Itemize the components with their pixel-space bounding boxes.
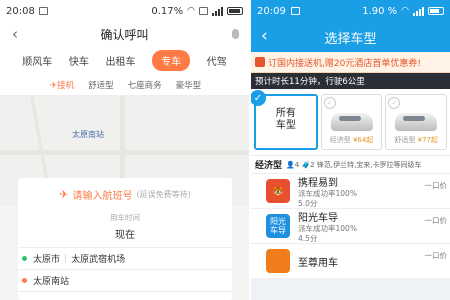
back-icon[interactable]: ‹ — [12, 25, 18, 43]
page-title: 确认呼叫 — [100, 27, 149, 42]
time-label: 用车时间 — [110, 213, 140, 222]
dropoff-dot-icon — [22, 278, 27, 283]
sim-icon — [199, 7, 208, 15]
time-value[interactable]: 现在 — [18, 226, 232, 248]
wifi-icon: ◠ — [187, 6, 195, 16]
check-icon: ✓ — [251, 90, 266, 106]
header: ‹ 选择车型 — [251, 22, 450, 52]
ctrip-logo-icon: 🐯 — [266, 179, 290, 203]
service-tabs: 顺风车 快车 出租车 专车 代驾 — [0, 46, 249, 74]
pickup-address[interactable]: 太原市 | 太原武宿机场 — [18, 248, 232, 270]
top-bar: 20:09 1.90 % ◠ ‹ 选择车型 — [251, 0, 450, 52]
fixed-price-tag: 一口价 — [424, 181, 448, 190]
tab-daijia[interactable]: 代驾 — [207, 53, 227, 68]
zhizun-logo-icon — [266, 249, 290, 273]
wifi-icon: ◠ — [401, 6, 409, 16]
eta-bar: 预计时长11分钟，行驶6公里 — [251, 73, 450, 89]
tab-shunfengche[interactable]: 顺风车 — [22, 53, 52, 68]
plane-icon: ✈ — [59, 187, 69, 201]
header: ‹ 确认呼叫 — [0, 22, 249, 46]
provider-row[interactable]: 至尊用车 一口价 — [251, 243, 450, 278]
promo-text: 订国内接送机,赠20元酒店首单优惠券! — [268, 58, 421, 69]
provider-name: 至尊用车 — [298, 257, 338, 269]
promo-banner[interactable]: 订国内接送机,赠20元酒店首单优惠券! — [251, 52, 450, 73]
status-bar: 20:09 1.90 % ◠ — [251, 0, 450, 22]
car-type-price-line: 经济型 ¥64起 — [329, 136, 374, 144]
divider: | — [64, 253, 68, 264]
notification-icon — [38, 7, 48, 15]
pickup-dot-icon — [22, 256, 27, 261]
flight-hint: (延误免费等待) — [136, 189, 191, 199]
car-type-price-line: 舒适型 ¥77起 — [394, 136, 438, 144]
category-label: 经济型 — [255, 161, 283, 171]
check-circle-icon: ✓ — [388, 97, 401, 109]
provider-row[interactable]: 🐯 携程易到 派车成功率100% 5.0分 一口价 — [251, 173, 450, 208]
subtab-seven-seat[interactable]: 七座商务 — [128, 79, 162, 91]
pickup-city: 太原市 — [33, 255, 61, 265]
signal-icon — [413, 6, 424, 16]
check-circle-icon: ✓ — [323, 97, 336, 109]
right-screen: 20:09 1.90 % ◠ ‹ 选择车型 订国内接送机,赠20元酒店首单优惠券… — [251, 0, 450, 300]
provider-score: 5.0分 — [298, 198, 318, 208]
network-speed: 0.17% — [151, 5, 184, 17]
subtab-comfort[interactable]: 舒适型 — [88, 79, 114, 91]
subtab-luxury[interactable]: 豪华型 — [176, 79, 202, 91]
car-image — [330, 113, 373, 131]
booking-card: ✈ 请输入航班号 (延误免费等待) 用车时间 现在 太原市 | 太原武宿机场 太… — [18, 178, 232, 300]
category-header: 经济型 👤4 🧳2 锋范,伊兰特,宝来,卡罗拉等同级车 — [251, 155, 450, 173]
speaker-icon — [255, 57, 265, 67]
page-title: 选择车型 — [324, 31, 377, 47]
car-type-name: 所有车型 — [275, 108, 296, 131]
luggage-icon: 🧳 — [301, 160, 311, 169]
provider-score: 4.5分 — [298, 233, 318, 243]
eta-text: 预计时长11分钟，行驶6公里 — [255, 77, 365, 87]
tab-chuzuche[interactable]: 出租车 — [105, 53, 135, 68]
car-type-price: ¥64起 — [352, 136, 374, 144]
provider-name: 携程易到 — [298, 177, 338, 189]
dropoff-place: 太原南站 — [33, 277, 70, 287]
back-icon[interactable]: ‹ — [261, 26, 268, 46]
provider-rate: 派车成功率100% — [298, 188, 357, 198]
ride-subtabs: ✈接机 舒适型 七座商务 豪华型 — [0, 74, 249, 96]
car-type-comfort[interactable]: ✓ 舒适型 ¥77起 — [385, 94, 448, 150]
notification-icon — [290, 7, 300, 15]
car-type-economy[interactable]: ✓ 经济型 ¥64起 — [320, 94, 383, 150]
category-details: 👤4 🧳2 锋范,伊兰特,宝来,卡罗拉等同级车 — [286, 160, 422, 169]
map-label-station: 太原南站 — [72, 130, 104, 139]
person-icon: 👤 — [286, 160, 295, 169]
tab-kuaiche[interactable]: 快车 — [69, 53, 89, 68]
fixed-price-tag: 一口价 — [424, 216, 448, 225]
status-bar: 20:08 0.17% ◠ — [0, 0, 249, 22]
microphone-icon[interactable] — [232, 29, 239, 39]
car-type-selector: ✓ 所有车型 ✓ 经济型 ¥64起 ✓ 舒适型 ¥77起 — [251, 89, 450, 155]
yangguang-logo-icon: 阳光 车导 — [266, 214, 290, 238]
status-time: 20:08 — [6, 5, 35, 17]
car-type-price: ¥77起 — [417, 136, 438, 144]
car-image — [395, 113, 438, 131]
flight-number-input[interactable]: ✈ 请输入航班号 (延误免费等待) — [18, 178, 232, 210]
flight-prompt: 请输入航班号 — [72, 190, 133, 202]
status-time: 20:09 — [257, 5, 286, 17]
signal-icon — [212, 6, 223, 16]
left-screen: 20:08 0.17% ◠ ‹ 确认呼叫 顺风车 快车 出租车 专车 代驾 ✈接… — [0, 0, 249, 300]
fixed-price-tag: 一口价 — [424, 251, 448, 260]
battery-icon — [227, 7, 243, 15]
battery-icon — [428, 7, 444, 15]
subtab-airport-pickup[interactable]: ✈接机 — [50, 79, 74, 91]
battery-percent: 1.90 % — [362, 5, 398, 17]
dropoff-address[interactable]: 太原南站 — [18, 270, 232, 292]
pickup-place: 太原武宿机场 — [71, 255, 126, 265]
car-type-all[interactable]: ✓ 所有车型 — [251, 90, 318, 150]
provider-row[interactable]: 阳光 车导 阳光车导 派车成功率100% 4.5分 一口价 — [251, 208, 450, 243]
provider-rate: 派车成功率100% — [298, 223, 357, 233]
tab-zhuanche[interactable]: 专车 — [152, 49, 191, 71]
provider-name: 阳光车导 — [298, 212, 338, 224]
